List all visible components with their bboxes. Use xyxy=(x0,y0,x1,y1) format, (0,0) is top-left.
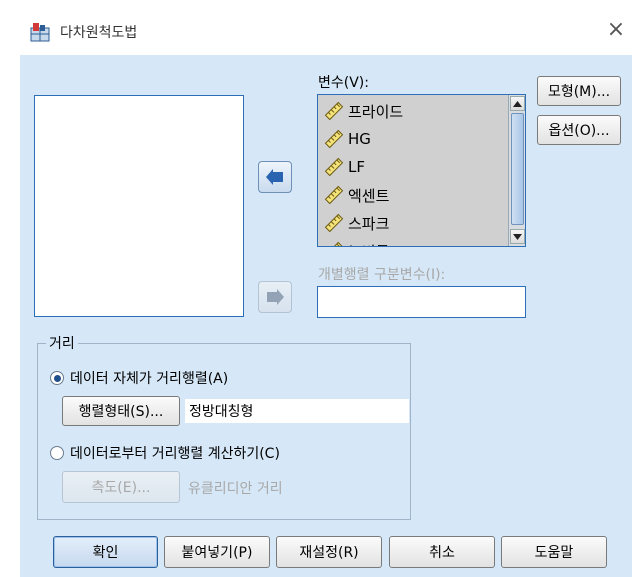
scroll-thumb[interactable] xyxy=(511,113,524,225)
variable-item[interactable]: 엑센트 xyxy=(318,181,508,209)
scale-variable-icon xyxy=(324,129,344,149)
source-variable-list[interactable] xyxy=(34,95,244,317)
individual-matrix-field[interactable] xyxy=(317,286,526,318)
variable-item[interactable]: LF xyxy=(318,153,508,181)
distance-group-title: 거리 xyxy=(46,333,78,353)
measure-button[interactable]: 측도(E)... xyxy=(62,471,180,503)
variable-item-label: 스파크 xyxy=(348,214,390,233)
radio-create-from-data[interactable] xyxy=(50,446,64,460)
arrow-right-icon xyxy=(267,289,284,305)
help-button[interactable]: 도움말 xyxy=(501,536,607,568)
variable-item-label: 엑센트 xyxy=(348,186,390,205)
ok-button[interactable]: 확인 xyxy=(53,536,158,568)
paste-button[interactable]: 붙여넣기(P) xyxy=(164,536,270,568)
options-button[interactable]: 옵션(O)... xyxy=(537,115,621,145)
shape-button[interactable]: 행렬형태(S)... xyxy=(62,396,180,426)
variables-label: 변수(V): xyxy=(318,75,369,91)
radio-data-is-distance-label: 데이터 자체가 거리행렬(A) xyxy=(70,371,229,387)
move-to-individual-button[interactable] xyxy=(258,281,292,313)
radio-create-from-data-label: 데이터로부터 거리행렬 계산하기(C) xyxy=(70,446,280,462)
shape-value: 정방대칭형 xyxy=(185,399,409,423)
individual-matrix-label: 개별행렬 구분변수(I): xyxy=(318,267,446,283)
window-title: 다차원척도법 xyxy=(60,25,138,41)
scale-variable-icon xyxy=(324,213,344,233)
measure-value: 유클리디안 거리 xyxy=(188,481,283,497)
scale-variable-icon xyxy=(324,101,344,121)
variable-item-label: LF xyxy=(348,158,365,176)
scale-variable-icon xyxy=(324,185,344,205)
variable-item-label: 뉴비틀 xyxy=(348,241,389,247)
cancel-button[interactable]: 취소 xyxy=(389,536,495,568)
move-to-variables-button[interactable] xyxy=(258,161,292,193)
variable-item-label: HG xyxy=(348,130,371,148)
variable-item[interactable]: HG xyxy=(318,125,508,153)
variable-item[interactable]: 프라이드 xyxy=(318,97,508,125)
radio-data-is-distance[interactable] xyxy=(50,371,64,385)
close-icon[interactable]: × xyxy=(604,18,628,42)
variables-scrollbar[interactable] xyxy=(508,95,525,246)
reset-button[interactable]: 재설정(R) xyxy=(276,536,382,568)
scroll-down-icon[interactable] xyxy=(510,229,525,244)
scale-variable-icon xyxy=(324,157,344,177)
variable-item-label: 프라이드 xyxy=(348,102,404,121)
variable-item[interactable]: 뉴비틀 xyxy=(318,237,508,247)
variable-item[interactable]: 스파크 xyxy=(318,209,508,237)
scale-variable-icon xyxy=(324,241,344,246)
arrow-right-icon xyxy=(266,169,283,185)
model-button[interactable]: 모형(M)... xyxy=(537,76,621,106)
scroll-up-icon[interactable] xyxy=(510,96,525,111)
variables-list[interactable]: 프라이드 HG LF 엑센트스파크뉴비틀 xyxy=(317,94,526,247)
radio-selected-dot xyxy=(53,374,61,382)
app-icon xyxy=(30,22,50,42)
